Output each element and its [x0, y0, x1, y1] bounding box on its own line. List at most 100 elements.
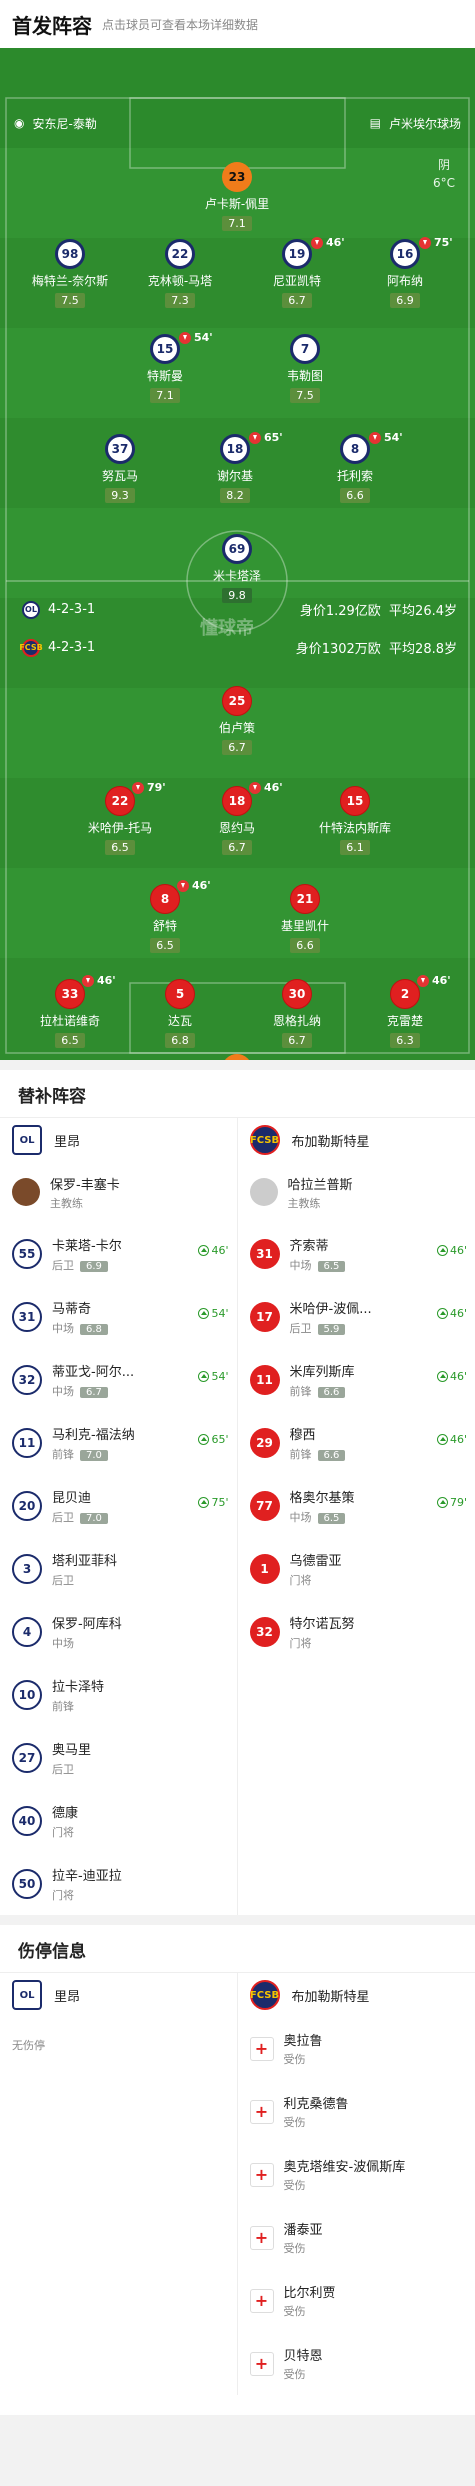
substitute-row[interactable]: 17 米哈伊-波佩... 后卫 5.9 46' — [249, 1285, 467, 1348]
sub-in-icon — [436, 1371, 448, 1382]
referee-name: 安东尼-泰勒 — [32, 116, 97, 131]
injured-player-row[interactable]: + 利克桑德鲁 受伤 — [249, 2080, 468, 2143]
sub-in-time: 46' — [436, 1307, 467, 1320]
away-player[interactable]: 33 46' 拉杜诺维奇 6.5 — [25, 974, 116, 1048]
sub-in-icon — [436, 1308, 448, 1319]
away-player[interactable]: 15 什特法内斯库 6.1 — [310, 786, 400, 855]
home-team-header[interactable]: OL 里昂 — [12, 1118, 229, 1162]
coach-name: 保罗-丰塞卡 — [50, 1177, 120, 1193]
away-formation: 4-2-3-1 — [48, 640, 96, 655]
sub-out-icon — [179, 331, 191, 344]
home-player[interactable]: 19 46' 尼亚凯特 6.7 — [252, 236, 345, 308]
player-name: 米卡塔泽 — [212, 569, 261, 583]
jersey-number: 7 — [290, 334, 320, 364]
substitute-row[interactable]: 50 拉辛-迪亚拉 门将 — [12, 1852, 229, 1915]
sub-position: 后卫 — [52, 1762, 74, 1776]
home-player[interactable]: 16 75' 阿布纳 6.9 — [360, 236, 453, 308]
substitute-row[interactable]: 32 蒂亚戈-阿尔... 中场 6.7 54' — [12, 1348, 229, 1411]
sub-in-icon — [436, 1497, 448, 1508]
player-name: 韦勒图 — [286, 369, 323, 383]
away-player[interactable]: 21 基里凯什 6.6 — [260, 884, 350, 953]
substitute-row[interactable]: 10 拉卡泽特 前锋 — [12, 1663, 229, 1726]
substitution-marker: 46' — [177, 879, 211, 892]
sub-rating: 6.6 — [317, 1449, 346, 1461]
player-rating: 7.5 — [55, 293, 85, 308]
substitute-row[interactable]: 40 德康 门将 — [12, 1789, 229, 1852]
page-title: 首发阵容 — [12, 13, 92, 38]
sub-number: 3 — [12, 1553, 42, 1584]
substitute-row[interactable]: 31 齐索蒂 中场 6.5 46' — [249, 1222, 467, 1285]
substitute-row[interactable]: 1 乌德雷亚 门将 — [249, 1537, 468, 1600]
substitution-marker: 54' — [179, 331, 213, 344]
sub-name: 齐索蒂 — [289, 1238, 329, 1254]
player-rating: 6.7 — [282, 293, 312, 308]
sub-in-time: 79' — [436, 1496, 467, 1509]
substitute-row[interactable]: 27 奥马里 后卫 — [12, 1726, 229, 1789]
jersey-number: 38 — [222, 1054, 252, 1060]
substitute-row[interactable]: 4 保罗-阿库科 中场 — [12, 1600, 229, 1663]
home-player[interactable]: 69 米卡塔泽 9.8 — [192, 534, 282, 603]
home-player[interactable]: 8 54' 托利索 6.6 — [310, 431, 403, 503]
substitute-row[interactable]: 77 格奥尔基策 中场 6.5 79' — [249, 1474, 467, 1537]
jersey-number: 22 79' — [105, 781, 166, 816]
substitute-row[interactable]: 32 特尔诺瓦努 门将 — [249, 1600, 468, 1663]
sub-in-time: 54' — [198, 1307, 229, 1320]
injured-player-row[interactable]: + 奥克塔维安-波佩斯库 受伤 — [249, 2143, 468, 2206]
substitute-row[interactable]: 31 马蒂奇 中场 6.8 54' — [12, 1285, 229, 1348]
away-player[interactable]: 25 伯卢策 6.7 — [192, 686, 282, 755]
substitute-row[interactable]: 20 昆贝迪 后卫 7.0 75' — [12, 1474, 229, 1537]
away-player[interactable]: 5 达瓦 6.8 — [135, 979, 225, 1048]
sub-position: 中场 — [52, 1636, 74, 1650]
sub-name: 米哈伊-波佩... — [289, 1301, 372, 1317]
player-name: 克雷楚 — [386, 1014, 423, 1028]
jersey-number: 37 — [105, 434, 135, 464]
away-team-name: 布加勒斯特星 — [291, 1989, 370, 2005]
pitch: ◉ 安东尼-泰勒 ▤ 卢米埃尔球场 阴 6°C 懂球帝 OL 4-2-3-1 身价1.… — [0, 48, 475, 1060]
away-player[interactable]: 2 46' 克雷楚 6.3 — [360, 974, 451, 1048]
sub-rating: 6.9 — [80, 1260, 108, 1272]
player-name: 特斯曼 — [146, 369, 183, 383]
sub-name: 奥马里 — [52, 1742, 92, 1758]
injured-player-row[interactable]: + 潘泰亚 受伤 — [249, 2206, 468, 2269]
home-player[interactable]: 23 卢卡斯-佩里 7.1 — [192, 162, 282, 231]
player-rating: 6.7 — [282, 1033, 312, 1048]
substitute-row[interactable]: 11 马利克-福法纳 前锋 7.0 65' — [12, 1411, 229, 1474]
injured-player-name: 潘泰亚 — [283, 2223, 323, 2238]
substitute-row[interactable]: 29 穆西 前锋 6.6 46' — [249, 1411, 467, 1474]
substitute-row[interactable]: 55 卡莱塔-卡尔 后卫 6.9 46' — [12, 1222, 229, 1285]
sub-rating: 5.9 — [317, 1323, 346, 1335]
injuries-section: 伤停信息 OL 里昂 无伤停 FCSB 布加勒斯特星 + 奥拉鲁 受伤 + 利克桑德鲁… — [0, 1925, 475, 2415]
home-player[interactable]: 18 65' 谢尔基 8.2 — [190, 431, 283, 503]
away-player[interactable]: 8 46' 舒特 6.5 — [120, 879, 211, 953]
injured-player-row[interactable]: + 奥拉鲁 受伤 — [249, 2017, 468, 2080]
substitute-row[interactable]: 3 塔利亚菲科 后卫 — [12, 1537, 229, 1600]
home-player[interactable]: 22 克林顿-马塔 7.3 — [135, 239, 225, 308]
sub-number: 17 — [249, 1301, 280, 1332]
injured-player-row[interactable]: + 贝特恩 受伤 — [249, 2332, 468, 2395]
sub-name: 拉辛-迪亚拉 — [52, 1868, 122, 1884]
sub-number: 11 — [12, 1427, 42, 1458]
injured-player-row[interactable]: + 比尔利贾 受伤 — [249, 2269, 468, 2332]
player-name: 米哈伊-托马 — [87, 821, 153, 835]
weather: 阴 6°C — [433, 156, 455, 192]
away-player[interactable]: 38 卢卡斯-齐马 6.0 — [192, 1054, 282, 1060]
away-player[interactable]: 30 恩格扎纳 6.7 — [252, 979, 342, 1048]
home-player[interactable]: 37 努瓦马 9.3 — [75, 434, 165, 503]
home-player[interactable]: 98 梅特兰-奈尔斯 7.5 — [25, 239, 115, 308]
substitution-marker: 46' — [82, 974, 116, 987]
player-name: 伯卢策 — [218, 721, 255, 735]
home-coach[interactable]: 保罗-丰塞卡 主教练 — [12, 1162, 229, 1222]
sub-in-time: 46' — [198, 1244, 229, 1257]
away-team-logo: FCSB — [249, 1980, 280, 2010]
substitute-row[interactable]: 11 米库列斯库 前锋 6.6 46' — [249, 1348, 467, 1411]
home-player[interactable]: 7 韦勒图 7.5 — [260, 334, 350, 403]
away-player[interactable]: 22 79' 米哈伊-托马 6.5 — [75, 781, 166, 855]
away-coach[interactable]: 哈拉兰普斯 主教练 — [249, 1162, 468, 1222]
away-player[interactable]: 18 46' 恩约马 6.7 — [192, 781, 283, 855]
jersey-number: 8 46' — [150, 879, 211, 914]
away-team-header[interactable]: FCSB 布加勒斯特星 — [249, 1118, 468, 1162]
substitution-marker: 46' — [417, 974, 451, 987]
sub-position: 后卫 — [289, 1321, 312, 1335]
sub-number: 27 — [12, 1742, 42, 1773]
home-player[interactable]: 15 54' 特斯曼 7.1 — [120, 331, 213, 403]
